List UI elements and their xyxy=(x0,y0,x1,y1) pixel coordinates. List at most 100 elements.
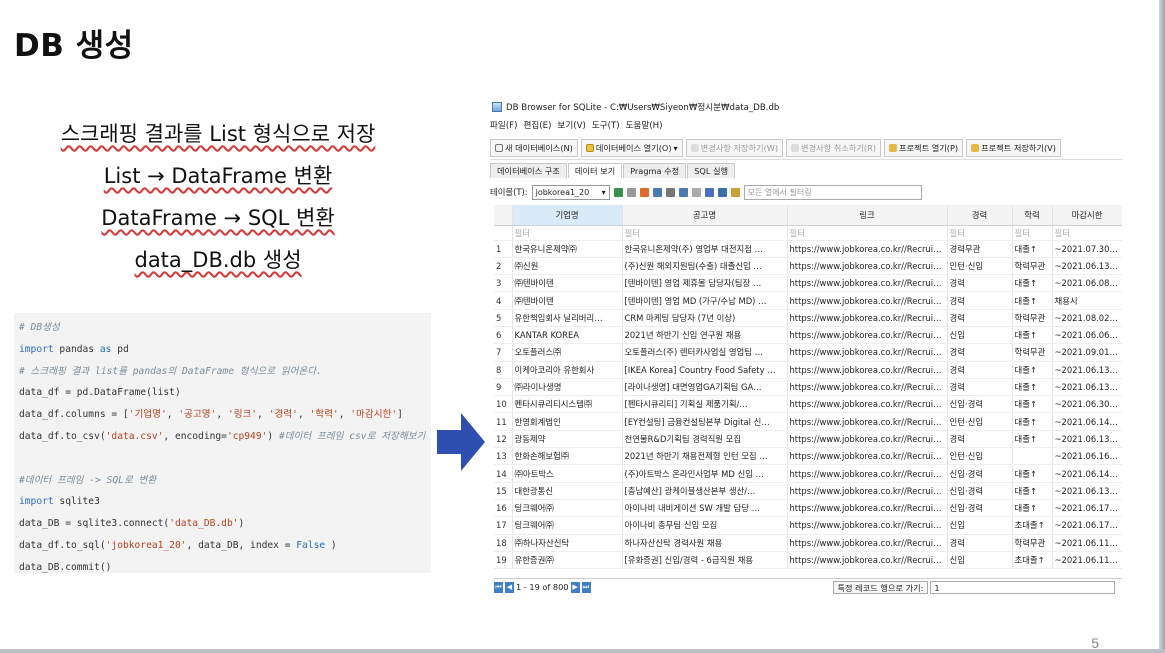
row-number[interactable]: 19 xyxy=(494,551,513,570)
table-cell[interactable]: 광동제약 xyxy=(512,430,623,449)
table-cell[interactable]: https://www.jobkorea.co.kr//Recruit/… xyxy=(787,309,948,327)
filter-all-columns-input[interactable]: 모든 열에서 필터링 xyxy=(743,184,922,200)
table-cell[interactable]: ~2021.06.13(일) xyxy=(1052,257,1122,276)
table-cell[interactable]: 신입·경력 xyxy=(947,395,1013,414)
table-cell[interactable]: ㈜신원 xyxy=(512,257,623,276)
table-row[interactable]: 18 ㈜하나자산신탁 하나자산신탁 경력사원 채용 https://www.jobko… xyxy=(494,534,1122,552)
row-number[interactable]: 15 xyxy=(494,482,513,500)
table-cell[interactable]: 인턴·신입 xyxy=(947,257,1013,276)
table-cell[interactable]: https://www.jobkorea.co.kr//Recruit/… xyxy=(787,516,948,535)
table-row[interactable]: 16 팅크웨어㈜ 아이나비 내비게이션 SW 개발 담당 … https://www.… xyxy=(494,499,1122,518)
table-cell[interactable]: [라이나생명] 대면영업GA기획팀 GA… xyxy=(622,378,788,397)
table-cell[interactable]: ~2021.06.14(월) xyxy=(1052,464,1122,483)
table-cell[interactable]: https://www.jobkorea.co.kr//Recruit/… xyxy=(787,499,948,518)
table-row[interactable]: 17 팅크웨어㈜ 아이나비 총무팀 신입 모집 https://www.jobkore… xyxy=(494,516,1122,535)
table-cell[interactable]: 대졸↑ xyxy=(1012,430,1053,449)
table-cell[interactable]: 경력 xyxy=(947,309,1013,327)
table-cell[interactable]: 초대졸↑ xyxy=(1012,516,1053,535)
table-row[interactable]: 12 광동제약 천연물R&D기획팀 경력직원 모집 https://www.jobko… xyxy=(494,430,1122,449)
menu-help[interactable]: 도움말(H) xyxy=(626,119,663,133)
tab-database-structure[interactable]: 데이터베이스 구조 xyxy=(490,163,567,178)
table-cell[interactable]: 채용시 xyxy=(1052,291,1122,310)
table-cell[interactable]: ~2021.06.17(목) xyxy=(1052,499,1122,518)
row-number[interactable]: 18 xyxy=(494,534,513,552)
table-cell[interactable]: 학력무관 xyxy=(1012,343,1053,362)
table-cell[interactable]: 대졸↑ xyxy=(1012,291,1053,310)
table-cell[interactable]: 신입·경력 xyxy=(947,464,1013,483)
row-number[interactable]: 8 xyxy=(494,361,513,379)
table-cell[interactable]: https://www.jobkorea.co.kr//Recruit/… xyxy=(787,343,948,362)
table-cell[interactable]: 경력무관 xyxy=(947,240,1013,258)
table-cell[interactable]: 한국유니온제약(주) 영업부 대전지점 … xyxy=(622,240,788,258)
table-cell[interactable]: 경력 xyxy=(947,361,1013,379)
table-row[interactable]: 6 KANTAR KOREA 2021년 하반기 신입 연구원 채용 https://… xyxy=(494,326,1122,345)
table-cell[interactable]: ~2021.06.13(일) xyxy=(1052,378,1122,397)
table-cell[interactable]: 학력무관 xyxy=(1012,257,1053,276)
row-number[interactable]: 4 xyxy=(494,291,513,310)
table-row[interactable]: 7 오토플러스㈜ 오토플러스(주) 렌터카사업실 영업팀 … https://www.… xyxy=(494,343,1122,362)
column-header[interactable]: 마감시한 xyxy=(1052,205,1122,226)
table-cell[interactable]: [유화증권] 신입/경력 - 6급직원 채용 xyxy=(622,551,788,570)
table-cell[interactable]: KANTAR KOREA xyxy=(512,326,623,345)
table-cell[interactable] xyxy=(1012,447,1053,466)
row-number[interactable]: 2 xyxy=(494,257,513,276)
table-cell[interactable]: 학력무관 xyxy=(1012,309,1053,327)
table-cell[interactable]: https://www.jobkorea.co.kr//Recruit/… xyxy=(787,274,948,293)
row-number[interactable]: 9 xyxy=(494,378,513,397)
column-filter-input[interactable]: 필터 xyxy=(622,225,788,241)
table-cell[interactable]: 이케아코리아 유한회사 xyxy=(512,361,623,379)
table-cell[interactable]: 대한광통신 xyxy=(512,482,623,500)
table-cell[interactable]: https://www.jobkorea.co.kr//Recruit/… xyxy=(787,464,948,483)
table-cell[interactable]: 아이나비 내비게이션 SW 개발 담당 … xyxy=(622,499,788,518)
table-cell[interactable]: 오토플러스㈜ xyxy=(512,343,623,362)
table-row[interactable]: 3 ㈜텐바이텐 [텐바이텐] 영업 제휴몰 담당자(팀장 … https://www.… xyxy=(494,274,1122,293)
table-cell[interactable]: ~2021.06.13(일) xyxy=(1052,482,1122,500)
table-cell[interactable]: ~2021.06.17(목) xyxy=(1052,516,1122,535)
table-cell[interactable]: ~2021.06.11(금) xyxy=(1052,534,1122,552)
table-cell[interactable]: 팅크웨어㈜ xyxy=(512,499,623,518)
table-cell[interactable]: 오토플러스(주) 렌터카사업실 영업팀 … xyxy=(622,343,788,362)
row-number[interactable]: 5 xyxy=(494,309,513,327)
table-cell[interactable]: 유한증권㈜ xyxy=(512,551,623,570)
goto-record-input[interactable]: 1 xyxy=(930,580,1116,594)
save-project-button[interactable]: 프로젝트 저장하기(V) xyxy=(966,138,1061,157)
refresh-icon[interactable] xyxy=(613,187,623,197)
table-cell[interactable]: ㈜하나자산신탁 xyxy=(512,534,623,552)
last-page-icon[interactable]: ⏭ xyxy=(581,581,591,593)
save-table-icon[interactable] xyxy=(652,187,662,197)
column-header[interactable]: 학력 xyxy=(1012,205,1053,226)
table-cell[interactable]: 대졸↑ xyxy=(1012,240,1053,258)
clear-filters-icon[interactable] xyxy=(626,187,636,197)
table-cell[interactable]: 천연물R&D기획팀 경력직원 모집 xyxy=(622,430,788,449)
table-row[interactable]: 9 ㈜라이나생명 [라이나생명] 대면영업GA기획팀 GA… https://www.… xyxy=(494,378,1122,397)
table-cell[interactable]: 인턴·신입 xyxy=(947,412,1013,431)
table-cell[interactable]: 유한책임회사 닐리버리… xyxy=(512,309,623,327)
table-row[interactable]: 10 펜타시큐리티시스템㈜ [펜타시큐리티] 기획실 제품기획/… https://w… xyxy=(494,395,1122,414)
table-cell[interactable]: 신입 xyxy=(947,551,1013,570)
table-cell[interactable]: 인턴·신입 xyxy=(947,447,1013,466)
table-cell[interactable]: ㈜아트박스 xyxy=(512,464,623,483)
column-filter-input[interactable]: 필터 xyxy=(1012,225,1053,241)
table-cell[interactable]: https://www.jobkorea.co.kr//Recruit/… xyxy=(787,534,948,552)
table-cell[interactable]: ~2021.09.01(수) xyxy=(1052,343,1122,362)
tab-execute-sql[interactable]: SQL 실행 xyxy=(687,163,736,178)
table-cell[interactable]: 초대졸↑ xyxy=(1012,551,1053,570)
table-cell[interactable]: 신입 xyxy=(947,326,1013,345)
table-cell[interactable]: https://www.jobkorea.co.kr//Recruit/… xyxy=(787,240,948,258)
goto-record-button[interactable]: 특정 레코드 행으로 가기: xyxy=(832,580,929,594)
table-cell[interactable]: https://www.jobkorea.co.kr//Recruit/… xyxy=(787,291,948,310)
menu-file[interactable]: 파일(F) xyxy=(490,119,517,133)
table-cell[interactable]: 2021년 하반기 채용전제형 인턴 모집 … xyxy=(622,447,788,466)
table-row[interactable]: 5 유한책임회사 닐리버리… CRM 마케팅 담당자 (7년 이상) https://… xyxy=(494,309,1122,327)
table-select[interactable]: jobkorea1_20 ▾ xyxy=(531,184,610,200)
table-cell[interactable]: [충남예산] 광케이블생산본부 생산/… xyxy=(622,482,788,500)
table-row[interactable]: 15 대한광통신 [충남예산] 광케이블생산본부 생산/… https://www.j… xyxy=(494,482,1122,500)
table-cell[interactable]: 대졸↑ xyxy=(1012,499,1053,518)
table-cell[interactable]: https://www.jobkorea.co.kr//Recruit/… xyxy=(787,482,948,500)
table-cell[interactable]: 신입 xyxy=(947,516,1013,535)
table-cell[interactable]: https://www.jobkorea.co.kr//Recruit/… xyxy=(787,430,948,449)
table-cell[interactable]: https://www.jobkorea.co.kr//Recruit/… xyxy=(787,551,948,570)
first-page-icon[interactable]: ⏮ xyxy=(494,581,503,593)
new-database-button[interactable]: 새 데이터베이스(N) xyxy=(490,138,578,157)
table-cell[interactable]: [IKEA Korea] Country Food Safety … xyxy=(622,361,788,379)
